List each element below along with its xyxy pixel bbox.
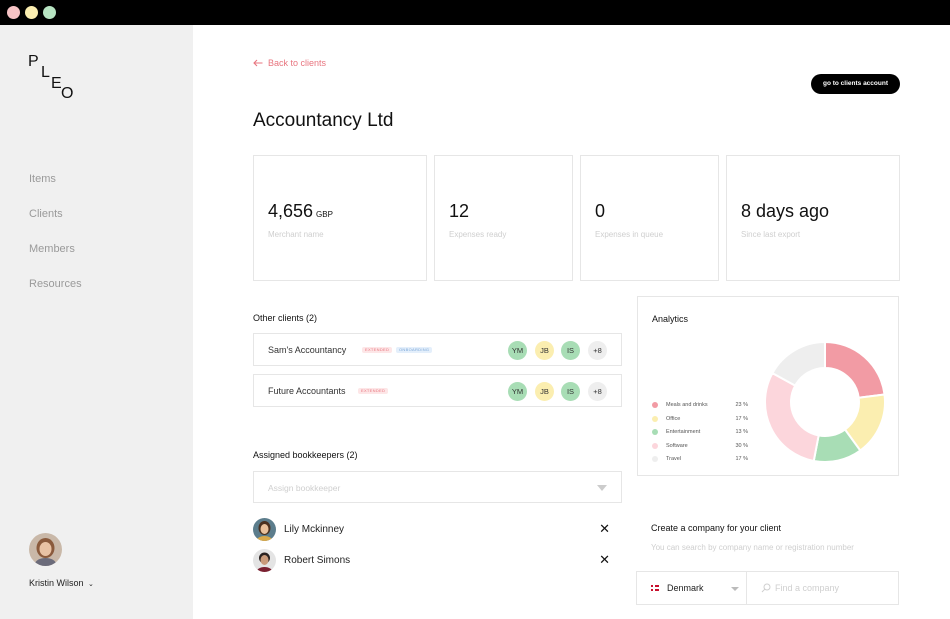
sidebar-item-items[interactable]: Items: [29, 173, 56, 185]
close-icon[interactable]: ✕: [599, 521, 610, 537]
client-name: Sam's Accountancy: [268, 345, 347, 355]
country-select[interactable]: Denmark: [637, 572, 747, 604]
main-content: Back to clients go to clients account Ac…: [193, 25, 950, 619]
stat-label: Since last export: [741, 230, 801, 239]
arrow-left-icon: [253, 59, 263, 67]
legend-swatch: [652, 402, 658, 408]
country-name: Denmark: [667, 583, 704, 593]
stat-label: Expenses in queue: [595, 230, 664, 239]
bookkeeper-row: Lily Mckinney ✕: [253, 518, 610, 542]
bookkeeper-row: Robert Simons ✕: [253, 549, 610, 573]
client-row[interactable]: Sam's Accountancy EXTENDED ONBOARDING YM…: [253, 333, 622, 366]
close-icon[interactable]: ✕: [599, 552, 610, 568]
avatar: IS: [561, 341, 580, 360]
legend-swatch: [652, 415, 658, 422]
legend-value: 17 %: [735, 415, 748, 422]
assign-bookkeeper-select[interactable]: Assign bookkeeper: [253, 471, 622, 503]
legend-label: Entertainment: [666, 429, 701, 435]
analytics-card: Analytics Meals and drinks 23 % Office 17 %…: [637, 296, 899, 476]
back-to-clients-link[interactable]: Back to clients: [253, 58, 326, 68]
stat-card-expenses-ready: 12 Expenses ready: [434, 155, 573, 281]
status-badge: EXTENDED: [362, 347, 393, 353]
donut-slice-meals-and-drinks: [824, 340, 886, 399]
legend-item: Entertainment 13 %: [652, 428, 748, 436]
sidebar-item-clients[interactable]: Clients: [29, 208, 63, 220]
company-search-box: Denmark: [636, 571, 899, 605]
svg-text:O: O: [61, 85, 73, 98]
chevron-down-icon: ⌄: [88, 581, 94, 588]
legend-value: 13 %: [735, 429, 748, 435]
minimize-window-button[interactable]: [25, 6, 38, 19]
stat-card-merchant: 4,656 GBP Merchant name: [253, 155, 427, 281]
more-avatars-count: +8: [588, 382, 607, 401]
status-badge: ONBOARDING: [396, 347, 433, 353]
stat-number: 4,656: [268, 201, 314, 221]
back-link-label: Back to clients: [268, 58, 327, 68]
sidebar: P L E O Items Clients Members Resources …: [0, 25, 193, 619]
page-title: Accountancy Ltd: [253, 110, 394, 131]
sidebar-item-resources[interactable]: Resources: [29, 278, 82, 290]
stat-value: 0: [595, 201, 606, 221]
bookkeeper-name: Robert Simons: [284, 555, 351, 566]
legend-label: Software: [666, 442, 688, 449]
avatar: JB: [535, 341, 554, 360]
legend-value: 23 %: [735, 402, 748, 408]
analytics-title: Analytics: [652, 314, 689, 324]
svg-text:L: L: [41, 64, 50, 81]
assigned-bookkeepers-title: Assigned bookkeepers (2): [253, 450, 358, 460]
create-company-hint: You can search by company name or regist…: [651, 543, 854, 552]
user-name: Kristin Wilson: [29, 578, 84, 588]
legend-value: 17 %: [735, 456, 748, 462]
create-company-title: Create a company for your client: [651, 523, 782, 533]
legend-swatch: [652, 429, 658, 435]
stat-value: 8 days ago: [741, 201, 830, 221]
donut-chart: [764, 340, 886, 463]
stat-unit: GBP: [316, 210, 333, 219]
avatar: [253, 518, 276, 541]
more-avatars-count: +8: [588, 341, 607, 360]
go-to-clients-account-button[interactable]: go to clients account: [811, 74, 900, 94]
find-company-input[interactable]: [775, 577, 893, 599]
stat-label: Expenses ready: [449, 230, 507, 239]
legend-swatch: [652, 442, 658, 449]
donut-slice-software: [764, 371, 820, 463]
user-menu[interactable]: Kristin Wilson ⌄: [29, 578, 94, 588]
chevron-down-icon: [731, 587, 739, 591]
stat-value: 4,656 GBP: [268, 201, 333, 222]
legend-label: Travel: [666, 456, 682, 462]
pleo-logo-icon: P L E O: [28, 53, 73, 98]
bookkeeper-name: Lily Mckinney: [284, 524, 345, 535]
client-name: Future Accountants: [268, 386, 346, 396]
client-row[interactable]: Future Accountants EXTENDED YM JB IS +8: [253, 374, 622, 407]
avatar: YM: [508, 382, 527, 401]
search-icon: [761, 583, 771, 593]
legend-label: Meals and drinks: [666, 402, 708, 408]
legend-item: Travel 17 %: [652, 455, 748, 463]
stat-value: 12: [449, 201, 470, 221]
status-badge: EXTENDED: [358, 388, 389, 394]
avatar: YM: [508, 341, 527, 360]
window-titlebar: [0, 0, 950, 25]
sidebar-item-members[interactable]: Members: [29, 243, 75, 255]
stat-card-expenses-in-queue: 0 Expenses in queue: [580, 155, 719, 281]
avatar: IS: [561, 382, 580, 401]
close-window-button[interactable]: [7, 6, 20, 19]
legend-item: Office 17 %: [652, 415, 748, 423]
legend-item: Software 30 %: [652, 442, 748, 450]
assign-bookkeeper-placeholder: Assign bookkeeper: [268, 483, 341, 493]
stat-card-last-export: 8 days ago Since last export: [726, 155, 900, 281]
maximize-window-button[interactable]: [43, 6, 56, 19]
stat-label: Merchant name: [268, 230, 324, 239]
avatar: [253, 549, 276, 572]
legend-value: 30 %: [735, 442, 748, 449]
avatar: JB: [535, 382, 554, 401]
user-avatar[interactable]: [29, 533, 62, 566]
legend-label: Office: [666, 415, 681, 422]
svg-text:P: P: [28, 53, 39, 70]
legend-item: Meals and drinks 23 %: [652, 401, 748, 409]
legend-swatch: [652, 456, 658, 462]
denmark-flag-icon: [651, 585, 659, 591]
chevron-down-icon: [597, 485, 607, 491]
other-clients-title: Other clients (2): [253, 313, 318, 323]
